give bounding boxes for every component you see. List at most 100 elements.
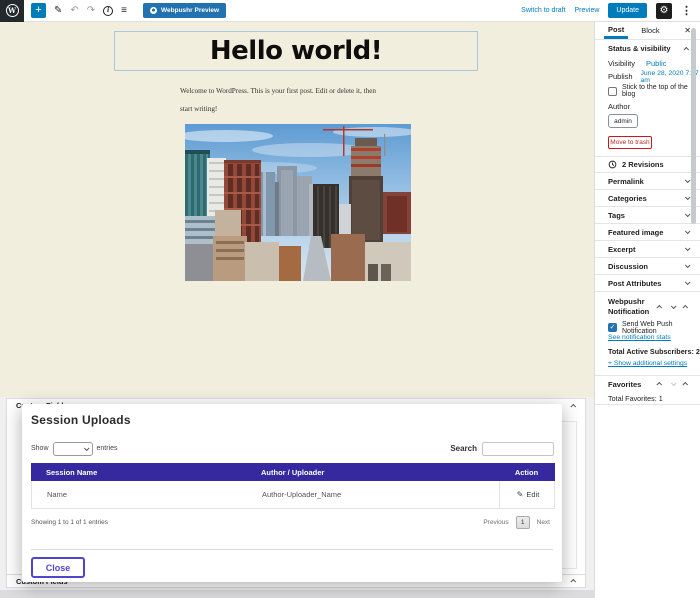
- more-options-icon[interactable]: ⋮: [681, 4, 692, 17]
- sidebar-scrollbar[interactable]: [691, 28, 696, 224]
- status-visibility-header[interactable]: Status & visibility: [595, 40, 700, 57]
- table-controls: Show entries Search: [31, 441, 554, 456]
- favorites-panel-title: Favorites: [608, 380, 641, 389]
- modal-divider: [31, 549, 553, 550]
- post-title-block[interactable]: Hello world!: [114, 31, 478, 71]
- close-button[interactable]: Close: [31, 557, 85, 578]
- sidebar-panel-featured-image[interactable]: Featured image: [595, 223, 700, 240]
- notification-stats-link[interactable]: See notification stats: [595, 334, 700, 345]
- webpushr-preview-button[interactable]: Webpushr Preview: [143, 3, 226, 18]
- sidebar-panel-post-attributes[interactable]: Post Attributes: [595, 274, 700, 291]
- wordpress-w-icon: W: [6, 4, 19, 17]
- webpushr-preview-label: Webpushr Preview: [161, 7, 219, 14]
- cell-session-name: Name: [32, 481, 247, 508]
- post-image-block[interactable]: [185, 124, 411, 281]
- update-button[interactable]: Update: [608, 3, 647, 18]
- send-push-row: ✓ Send Web Push Notification: [595, 321, 700, 334]
- collapse-panel-icon[interactable]: [682, 382, 688, 388]
- cell-author-uploader: Author-Uploader_Name: [247, 481, 499, 508]
- visibility-row: Visibility Public: [595, 57, 700, 70]
- webpushr-panel-title: Webpushr Notification: [608, 297, 652, 317]
- show-additional-settings-link[interactable]: + Show additional settings: [595, 360, 700, 371]
- preview-link[interactable]: Preview: [575, 7, 600, 14]
- previous-page-button[interactable]: Previous: [483, 519, 508, 526]
- panel-collapse-icon[interactable]: [570, 579, 576, 585]
- revisions-label: 2 Revisions: [622, 160, 664, 169]
- favorites-header[interactable]: Favorites: [595, 375, 700, 392]
- search-label: Search: [450, 444, 477, 453]
- panel-reorder-controls: [658, 382, 688, 386]
- sidebar-panel-permalink[interactable]: Permalink: [595, 172, 700, 189]
- send-push-label: Send Web Push Notification: [622, 321, 700, 335]
- move-down-icon[interactable]: [671, 380, 677, 386]
- sidebar-tabs: Post Block ✕: [595, 22, 700, 40]
- visibility-label: Visibility: [608, 59, 646, 68]
- add-block-button[interactable]: +: [31, 3, 46, 18]
- move-up-icon[interactable]: [656, 382, 662, 388]
- total-subscribers-text: Total Active Subscribers: 2: [595, 345, 700, 358]
- send-push-checkbox[interactable]: ✓: [608, 323, 617, 332]
- toolbar-right-group: Switch to draft Preview Update ⚙ ⋮: [521, 3, 700, 19]
- sidebar-panel-tags[interactable]: Tags: [595, 206, 700, 223]
- visibility-value-link[interactable]: Public: [646, 59, 666, 68]
- post-title: Hello world!: [210, 36, 382, 66]
- panel-collapse-icon[interactable]: [570, 403, 576, 409]
- wordpress-logo[interactable]: W: [0, 0, 24, 22]
- edit-tools-icon[interactable]: ✎: [54, 6, 62, 16]
- chevron-down-icon: [685, 177, 691, 183]
- edit-button[interactable]: ✎ Edit: [499, 481, 556, 508]
- redo-icon[interactable]: ↷: [87, 6, 95, 16]
- move-down-icon[interactable]: [671, 303, 677, 309]
- list-view-icon[interactable]: ≡: [121, 6, 127, 16]
- details-info-icon[interactable]: i: [103, 6, 113, 16]
- panel-reorder-controls: [658, 305, 688, 309]
- move-up-icon[interactable]: [656, 304, 662, 310]
- showing-entries-text: Showing 1 to 1 of 1 entries: [31, 519, 108, 526]
- status-visibility-title: Status & visibility: [608, 44, 671, 53]
- column-header-action: Action: [498, 463, 555, 481]
- table-row: Name Author-Uploader_Name ✎ Edit: [31, 481, 555, 509]
- chevron-down-icon: [685, 279, 691, 285]
- settings-gear-button[interactable]: ⚙: [656, 3, 672, 19]
- chevron-down-icon: [685, 228, 691, 234]
- chevron-down-icon: [685, 211, 691, 217]
- city-skyline-image: [185, 124, 411, 281]
- entries-label: entries: [97, 445, 118, 452]
- session-uploads-modal: Session Uploads Show entries Search Sess…: [22, 404, 562, 582]
- revisions-row[interactable]: 2 Revisions: [595, 156, 700, 172]
- chevron-down-icon: [685, 194, 691, 200]
- sidebar-panel-discussion[interactable]: Discussion: [595, 257, 700, 274]
- pagination: Previous 1 Next: [483, 516, 550, 529]
- wp-editor-screen: W + ✎ ↶ ↷ i ≡ Webpushr Preview Switch to…: [0, 0, 700, 598]
- column-header-session-name[interactable]: Session Name: [31, 463, 246, 481]
- toolbar-left-group: + ✎ ↶ ↷ i ≡ Webpushr Preview: [24, 3, 226, 18]
- close-sidebar-icon[interactable]: ✕: [684, 22, 691, 39]
- webpushr-logo-icon: [150, 7, 157, 14]
- post-paragraph-block[interactable]: Welcome to WordPress. This is your first…: [180, 82, 440, 118]
- undo-icon[interactable]: ↶: [70, 6, 78, 16]
- next-page-button[interactable]: Next: [537, 519, 550, 526]
- switch-to-draft-link[interactable]: Switch to draft: [521, 7, 565, 14]
- webpushr-notification-header[interactable]: Webpushr Notification: [595, 291, 700, 321]
- stick-to-top-checkbox[interactable]: [608, 87, 617, 96]
- table-footer: Showing 1 to 1 of 1 entries Previous 1 N…: [31, 516, 550, 529]
- stick-to-top-row: Stick to the top of the blog: [595, 83, 700, 99]
- editor-canvas: Hello world! Welcome to WordPress. This …: [0, 22, 594, 598]
- chevron-down-icon: [685, 245, 691, 251]
- collapse-panel-icon[interactable]: [682, 304, 688, 310]
- tab-block[interactable]: Block: [637, 22, 663, 39]
- move-to-trash-button[interactable]: Move to trash: [608, 136, 652, 149]
- entries-select[interactable]: [53, 442, 93, 456]
- collapse-panel-icon: [683, 46, 689, 52]
- tab-post[interactable]: Post: [604, 22, 628, 39]
- search-input[interactable]: [482, 442, 554, 456]
- sidebar-panel-categories[interactable]: Categories: [595, 189, 700, 206]
- page-number-button[interactable]: 1: [516, 516, 530, 529]
- author-select[interactable]: admin: [608, 114, 638, 128]
- column-header-author-uploader[interactable]: Author / Uploader: [246, 463, 498, 481]
- post-content-area: Hello world! Welcome to WordPress. This …: [0, 22, 594, 397]
- publish-row: Publish June 28, 2020 7:57 am: [595, 70, 700, 83]
- table-header-row: Session Name Author / Uploader Action: [31, 463, 555, 481]
- search-control: Search: [450, 442, 554, 456]
- sidebar-panel-excerpt[interactable]: Excerpt: [595, 240, 700, 257]
